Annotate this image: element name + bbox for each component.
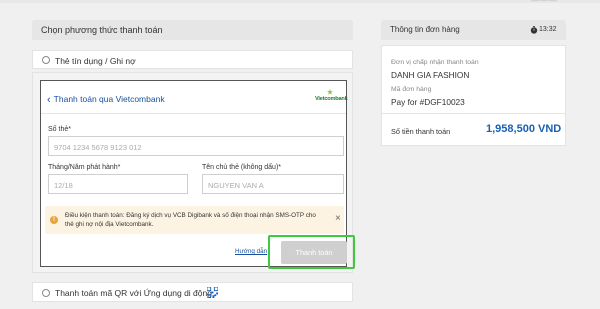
credit-card-label: Thẻ tín dụng / Ghi nợ: [55, 56, 136, 66]
countdown-timer: 13:32: [539, 26, 557, 33]
pay-button-highlight: [268, 235, 355, 269]
merchant-label: Đơn vị chấp nhận thanh toán: [391, 59, 479, 66]
qr-payment-radio[interactable]: [42, 289, 50, 297]
payment-method-header: Chọn phương thức thanh toán: [32, 20, 353, 40]
issue-date-placeholder: 12/18: [54, 181, 73, 190]
vietcombank-star-icon: [327, 89, 333, 95]
top-strip: [0, 0, 600, 3]
warning-icon: !: [50, 216, 58, 224]
credit-card-radio[interactable]: [42, 56, 50, 64]
credit-card-option[interactable]: Thẻ tín dụng / Ghi nợ: [32, 50, 353, 69]
form-divider: [41, 113, 346, 114]
qr-payment-label: Thanh toán mã QR với Ứng dụng di động: [55, 288, 212, 298]
card-number-placeholder: 9704 1234 5678 9123 012: [54, 143, 142, 152]
vietcombank-logo: Vietcombank: [315, 89, 348, 104]
total-amount-label: Số tiền thanh toán: [391, 127, 451, 136]
issue-date-label: Tháng/Năm phát hành*: [48, 164, 121, 171]
vietcombank-logo-text: Vietcombank: [315, 96, 348, 102]
order-id-value: Pay for #DGF10023: [391, 97, 465, 107]
order-info-title: Thông tin đơn hàng: [390, 25, 460, 34]
order-divider: [382, 113, 565, 114]
card-holder-label: Tên chủ thẻ (không dấu)*: [202, 164, 281, 171]
card-holder-input[interactable]: NGUYEN VAN A: [202, 174, 344, 194]
order-info-header: Thông tin đơn hàng 13:32: [381, 20, 566, 40]
bank-form-title: Thanh toán qua Vietcombank: [53, 94, 165, 104]
payment-condition-notice: ! Điều kiện thanh toán: Đăng ký dịch vụ …: [45, 206, 344, 234]
total-amount-value: 1,958,500 VND: [486, 123, 562, 135]
close-icon[interactable]: ×: [335, 214, 341, 224]
chevron-left-icon: ‹: [47, 94, 51, 106]
card-number-input[interactable]: 9704 1234 5678 9123 012: [48, 136, 344, 156]
notice-text: Điều kiện thanh toán: Đăng ký dịch vụ VC…: [65, 212, 316, 228]
issue-date-input[interactable]: 12/18: [48, 174, 188, 194]
merchant-value: DANH GIA FASHION: [391, 70, 470, 80]
stopwatch-icon: [530, 26, 538, 34]
card-holder-placeholder: NGUYEN VAN A: [208, 181, 264, 190]
back-to-banks-link[interactable]: ‹ Thanh toán qua Vietcombank: [47, 93, 165, 106]
card-number-label: Số thẻ*: [48, 126, 71, 133]
qr-payment-option[interactable]: Thanh toán mã QR với Ứng dụng di động: [32, 282, 353, 302]
order-info-card: Đơn vị chấp nhận thanh toán DANH GIA FAS…: [381, 45, 566, 146]
guide-link[interactable]: Hướng dẫn: [235, 248, 267, 255]
order-id-label: Mã đơn hàng: [391, 86, 432, 93]
payment-method-title: Chọn phương thức thanh toán: [41, 25, 163, 35]
qr-code-icon: [207, 287, 218, 298]
corner-decoration: ———: [531, 0, 558, 5]
